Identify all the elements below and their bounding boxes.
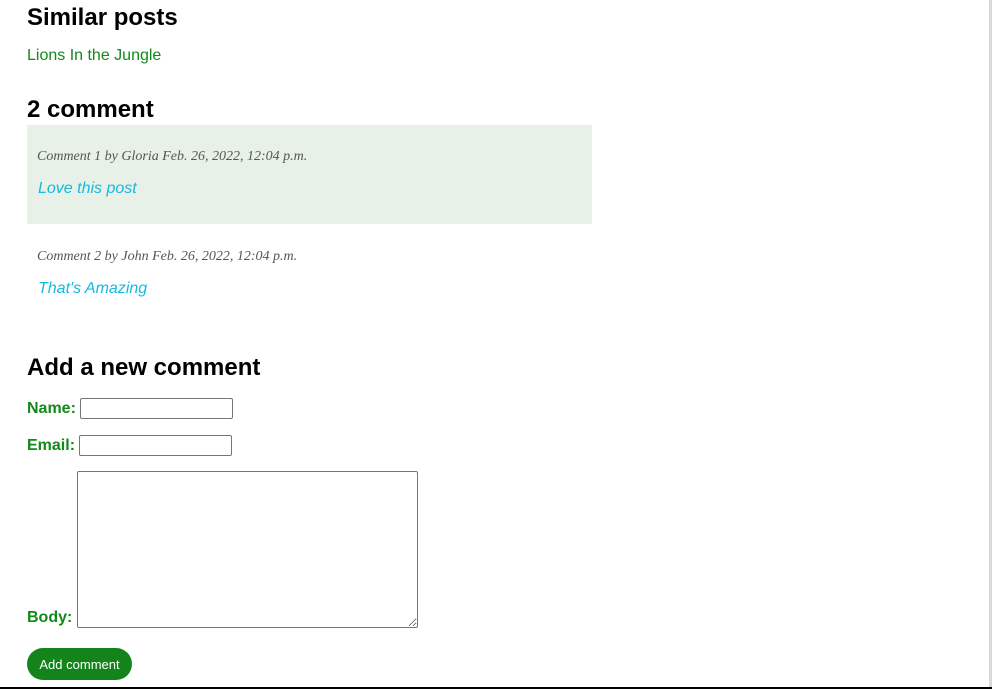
comment-meta: Comment 2 by John Feb. 26, 2022, 12:04 p… — [37, 249, 298, 264]
comment-item: Comment 1 by Gloria Feb. 26, 2022, 12:04… — [27, 125, 592, 224]
comment-body: That's Amazing — [38, 280, 148, 297]
similar-post-link[interactable]: Lions In the Jungle — [27, 47, 161, 65]
body-label: Body: — [27, 609, 73, 626]
body-textarea[interactable] — [77, 471, 419, 628]
comment-body: Love this post — [38, 180, 137, 197]
name-label: Name: — [27, 399, 76, 417]
body-row: Body: — [27, 471, 419, 628]
email-row: Email: — [27, 435, 233, 456]
name-input[interactable] — [79, 398, 233, 419]
similar-posts-heading: Similar posts — [27, 4, 178, 31]
name-row: Name: — [27, 398, 233, 419]
comment-meta: Comment 1 by Gloria Feb. 26, 2022, 12:04… — [37, 149, 308, 164]
email-label: Email: — [27, 436, 76, 454]
comment-item: Comment 2 by John Feb. 26, 2022, 12:04 p… — [27, 225, 592, 324]
comment-count-heading: 2 comment — [27, 96, 154, 123]
add-comment-button[interactable]: Add comment — [27, 648, 132, 680]
add-comment-heading: Add a new comment — [27, 354, 261, 381]
email-input[interactable] — [79, 435, 233, 456]
